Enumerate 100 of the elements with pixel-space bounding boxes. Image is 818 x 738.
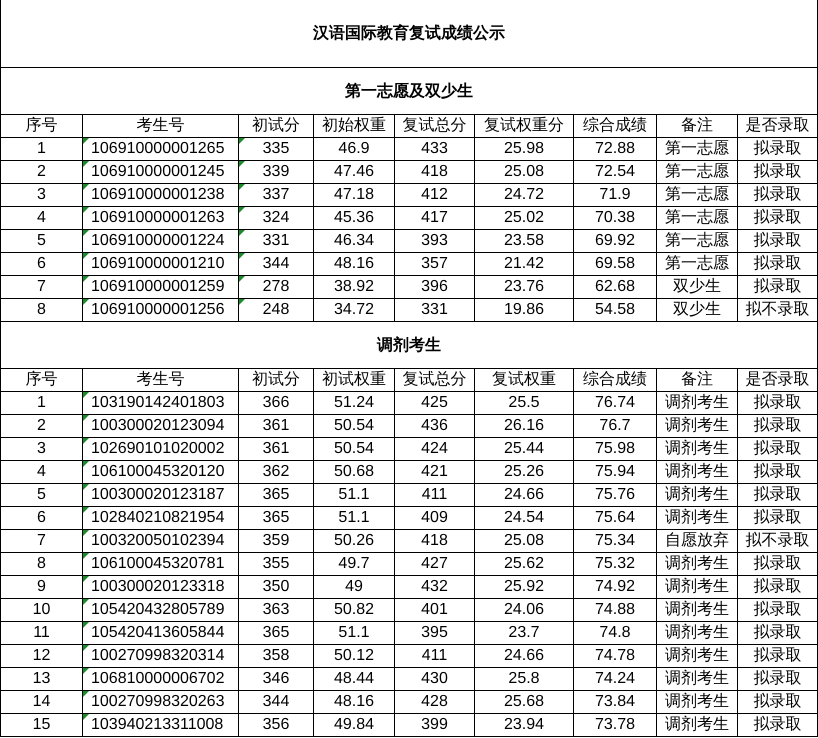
table-cell: 411: [395, 484, 475, 507]
table-cell: 9: [1, 576, 83, 599]
table-cell: 19.86: [475, 299, 574, 322]
table-cell: 13: [1, 668, 83, 691]
table-cell: 拟录取: [738, 507, 818, 530]
table-cell: 399: [395, 714, 475, 737]
table-cell: 355: [239, 553, 314, 576]
table-cell: 12: [1, 645, 83, 668]
column-header: 备注: [657, 115, 738, 138]
table-cell: 412: [395, 184, 475, 207]
table-cell: 1: [1, 138, 83, 161]
table-cell: 调剂考生: [657, 461, 738, 484]
table-cell: 21.42: [475, 253, 574, 276]
column-header: 综合成绩: [574, 369, 657, 392]
table-cell: 49.84: [314, 714, 395, 737]
column-header: 是否录取: [738, 115, 818, 138]
table-cell: 拟录取: [738, 207, 818, 230]
table-cell: 74.92: [574, 576, 657, 599]
table-cell: 调剂考生: [657, 415, 738, 438]
table-cell: 74.78: [574, 645, 657, 668]
table-cell: 第一志愿: [657, 138, 738, 161]
table-cell: 自愿放弃: [657, 530, 738, 553]
table-cell: 366: [239, 392, 314, 415]
table-cell: 76.74: [574, 392, 657, 415]
table-cell: 346: [239, 668, 314, 691]
table-cell: 50.54: [314, 438, 395, 461]
table-cell: 106910000001224: [83, 230, 239, 253]
table-cell: 拟录取: [738, 392, 818, 415]
table-cell: 拟录取: [738, 576, 818, 599]
column-header: 是否录取: [738, 369, 818, 392]
table-cell: 418: [395, 161, 475, 184]
table-cell: 25.68: [475, 691, 574, 714]
table-cell: 106100045320120: [83, 461, 239, 484]
table-cell: 14: [1, 691, 83, 714]
table-cell: 100270998320263: [83, 691, 239, 714]
table-cell: 106910000001265: [83, 138, 239, 161]
table-cell: 6: [1, 507, 83, 530]
table-cell: 358: [239, 645, 314, 668]
table-cell: 24.54: [475, 507, 574, 530]
table-cell: 拟录取: [738, 161, 818, 184]
table-cell: 106910000001238: [83, 184, 239, 207]
table-cell: 331: [239, 230, 314, 253]
table-cell: 拟录取: [738, 184, 818, 207]
table-cell: 357: [395, 253, 475, 276]
table-cell: 430: [395, 668, 475, 691]
table-cell: 393: [395, 230, 475, 253]
table-cell: 335: [239, 138, 314, 161]
table-cell: 103190142401803: [83, 392, 239, 415]
table-cell: 427: [395, 553, 475, 576]
table-cell: 2: [1, 161, 83, 184]
table-cell: 10: [1, 599, 83, 622]
column-header: 考生号: [83, 115, 239, 138]
table-cell: 365: [239, 484, 314, 507]
table-cell: 11: [1, 622, 83, 645]
table-cell: 396: [395, 276, 475, 299]
column-header: 序号: [1, 115, 83, 138]
table-cell: 25.44: [475, 438, 574, 461]
table-cell: 6: [1, 253, 83, 276]
table-cell: 356: [239, 714, 314, 737]
table-cell: 350: [239, 576, 314, 599]
table-cell: 48.44: [314, 668, 395, 691]
table-cell: 106100045320781: [83, 553, 239, 576]
section-title: 第一志愿及双少生: [345, 81, 473, 102]
table-cell: 46.34: [314, 230, 395, 253]
table-cell: 第一志愿: [657, 207, 738, 230]
column-header: 初始权重: [314, 115, 395, 138]
table-cell: 73.78: [574, 714, 657, 737]
table-cell: 拟录取: [738, 484, 818, 507]
table-cell: 50.54: [314, 415, 395, 438]
table-cell: 102840210821954: [83, 507, 239, 530]
section-title: 调剂考生: [377, 335, 441, 356]
column-header: 序号: [1, 369, 83, 392]
table-cell: 38.92: [314, 276, 395, 299]
table-cell: 424: [395, 438, 475, 461]
table-cell: 46.9: [314, 138, 395, 161]
table-cell: 7: [1, 530, 83, 553]
table-cell: 拟录取: [738, 253, 818, 276]
table-cell: 调剂考生: [657, 622, 738, 645]
table-cell: 24.66: [475, 484, 574, 507]
table-cell: 417: [395, 207, 475, 230]
table-cell: 74.24: [574, 668, 657, 691]
table-cell: 50.68: [314, 461, 395, 484]
table-cell: 调剂考生: [657, 691, 738, 714]
table-cell: 8: [1, 553, 83, 576]
table-cell: 25.8: [475, 668, 574, 691]
table-cell: 1: [1, 392, 83, 415]
table-cell: 第一志愿: [657, 184, 738, 207]
table-cell: 5: [1, 484, 83, 507]
table-cell: 3: [1, 184, 83, 207]
table-cell: 361: [239, 415, 314, 438]
table-cell: 278: [239, 276, 314, 299]
column-header: 复试权重: [475, 369, 574, 392]
table-cell: 拟不录取: [738, 530, 818, 553]
table-cell: 425: [395, 392, 475, 415]
table-cell: 5: [1, 230, 83, 253]
table-cell: 拟录取: [738, 461, 818, 484]
table-cell: 69.92: [574, 230, 657, 253]
table-cell: 拟录取: [738, 230, 818, 253]
column-header: 综合成绩: [574, 115, 657, 138]
table-cell: 51.1: [314, 507, 395, 530]
